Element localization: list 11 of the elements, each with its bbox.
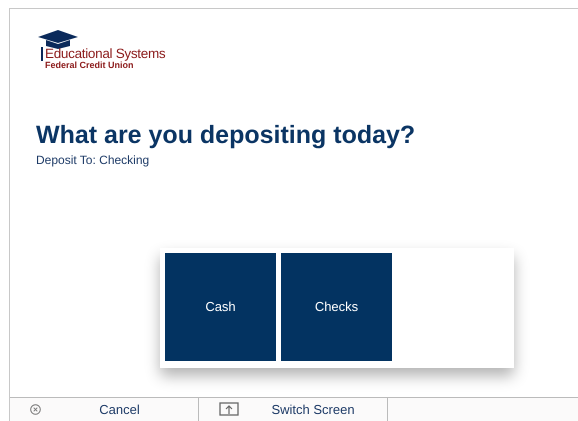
deposit-option-button[interactable]: Checks	[281, 253, 392, 361]
close-icon	[30, 404, 41, 415]
graduation-cap-icon	[38, 30, 78, 50]
screen-icon	[219, 402, 239, 417]
logo-subtitle: Federal Credit Union	[44, 60, 134, 70]
cancel-button[interactable]: Cancel	[10, 398, 199, 421]
page-heading: What are you depositing today?	[36, 122, 416, 149]
deposit-destination: Deposit To: Checking	[36, 152, 150, 169]
switch-screen-button[interactable]: Switch Screen	[199, 398, 388, 421]
deposit-option-button[interactable]: Cash	[165, 253, 276, 361]
logo-name: Educational Systems	[41, 47, 578, 60]
